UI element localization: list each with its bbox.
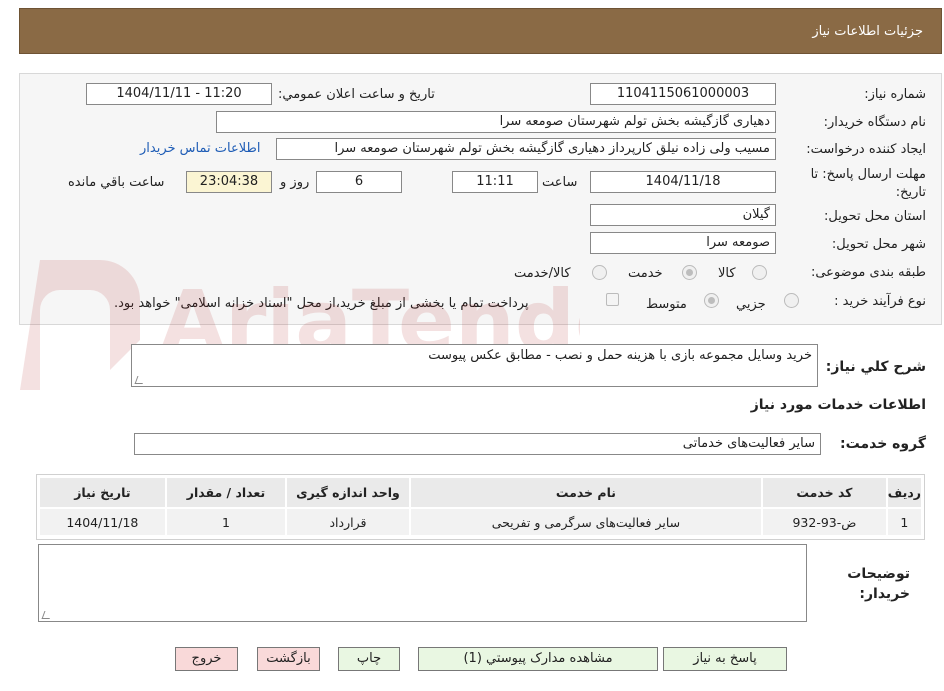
description-text: خرید وسایل مجموعه بازی با هزینه حمل و نص… [428,348,812,363]
contact-buyer-link[interactable]: اطلاعات تماس خریدار [140,141,260,156]
province-label: استان محل تحویل: [824,209,926,224]
announce-field[interactable]: 1404/11/11 - 11:20 [86,83,272,105]
days-label: روز و [280,175,310,190]
announce-label: تاریخ و ساعت اعلان عمومي: [278,87,435,102]
buyer-notes-label-2: خریدار: [859,586,910,602]
deadline-label: مهلت ارسال پاسخ: تا تاریخ: [810,167,926,200]
deadline-time-label: ساعت [542,175,578,190]
process-option-medium: متوسط [646,297,687,312]
remaining-time-field: 23:04:38 [186,171,272,193]
requester-field[interactable]: مسیب ولی زاده نیلق کارپرداز دهیاری گازگی… [276,138,776,160]
exit-button[interactable]: خروج [175,647,238,671]
category-radio-goods[interactable] [752,265,767,280]
table-header-row: تاریخ نیاز تعداد / مقدار واحد اندازه گیر… [38,476,924,509]
reply-button[interactable]: پاسخ به نیاز [663,647,787,671]
deadline-date-field[interactable]: 1404/11/18 [590,171,776,193]
need-number-field[interactable]: 1104115061000003 [590,83,776,105]
cell-unit: قرارداد [285,507,411,537]
description-label: شرح کلي نیاز: [825,359,926,375]
col-service-name: نام خدمت [408,476,764,509]
service-group-field[interactable]: سایر فعالیت‌های خدماتی [134,433,821,455]
process-option-minor: جزيي [736,297,766,312]
page-title: جزئیات اطلاعات نیاز [812,24,923,39]
requester-label: ایجاد کننده درخواست: [806,142,926,157]
category-option-goods: کالا [718,266,736,281]
print-button[interactable]: چاپ [338,647,400,671]
cell-name: سایر فعالیت‌های سرگرمی و تفریحی [408,507,764,537]
resize-handle-icon[interactable] [41,611,53,619]
cell-code: ض-93-932 [761,507,888,537]
cell-date: 1404/11/18 [38,507,167,537]
services-table: تاریخ نیاز تعداد / مقدار واحد اندازه گیر… [38,476,924,537]
category-option-service: خدمت [628,266,663,281]
buyer-org-label: نام دستگاه خریدار: [823,115,926,130]
days-field[interactable]: 6 [316,171,402,193]
category-option-goods-service: کالا/خدمت [514,266,571,281]
header-bar: جزئیات اطلاعات نیاز [19,8,942,54]
city-label: شهر محل تحویل: [831,237,926,252]
col-unit: واحد اندازه گیری [285,476,411,509]
services-section-title: اطلاعات خدمات مورد نیاز [750,397,926,413]
col-need-date: تاریخ نیاز [38,476,167,509]
province-field[interactable]: گیلان [590,204,776,226]
category-radio-service[interactable] [682,265,697,280]
col-service-code: کد خدمت [761,476,888,509]
buyer-notes-label-1: توضیحات [847,566,910,582]
buyer-notes-textarea[interactable] [38,544,807,622]
resize-handle-icon[interactable] [134,376,146,384]
treasury-payment-checkbox[interactable] [606,293,619,306]
back-button[interactable]: بازگشت [257,647,320,671]
deadline-time-field[interactable]: 11:11 [452,171,538,193]
cell-qty: 1 [164,507,288,537]
view-attachments-button[interactable]: مشاهده مدارک پیوستي (1) [418,647,658,671]
process-radio-medium[interactable] [704,293,719,308]
service-group-label: گروه خدمت: [840,436,926,452]
payment-note: پرداخت تمام یا بخشی از مبلغ خرید،از محل … [114,296,529,311]
description-textarea[interactable]: خرید وسایل مجموعه بازی با هزینه حمل و نص… [131,344,818,387]
process-radio-minor[interactable] [784,293,799,308]
cell-row: 1 [885,507,924,537]
table-row[interactable]: 1404/11/18 1 قرارداد سایر فعالیت‌های سرگ… [38,507,924,537]
col-row: ردیف [885,476,924,509]
category-label: طبقه بندی موضوعی: [810,265,926,280]
need-number-label: شماره نیاز: [864,87,926,102]
buyer-org-field[interactable]: دهیاری گازگیشه بخش تولم شهرستان صومعه سر… [216,111,776,133]
process-label: نوع فرآیند خرید : [834,294,926,309]
remaining-label: ساعت باقي مانده [68,175,165,190]
col-quantity: تعداد / مقدار [164,476,288,509]
city-field[interactable]: صومعه سرا [590,232,776,254]
category-radio-goods-service[interactable] [592,265,607,280]
